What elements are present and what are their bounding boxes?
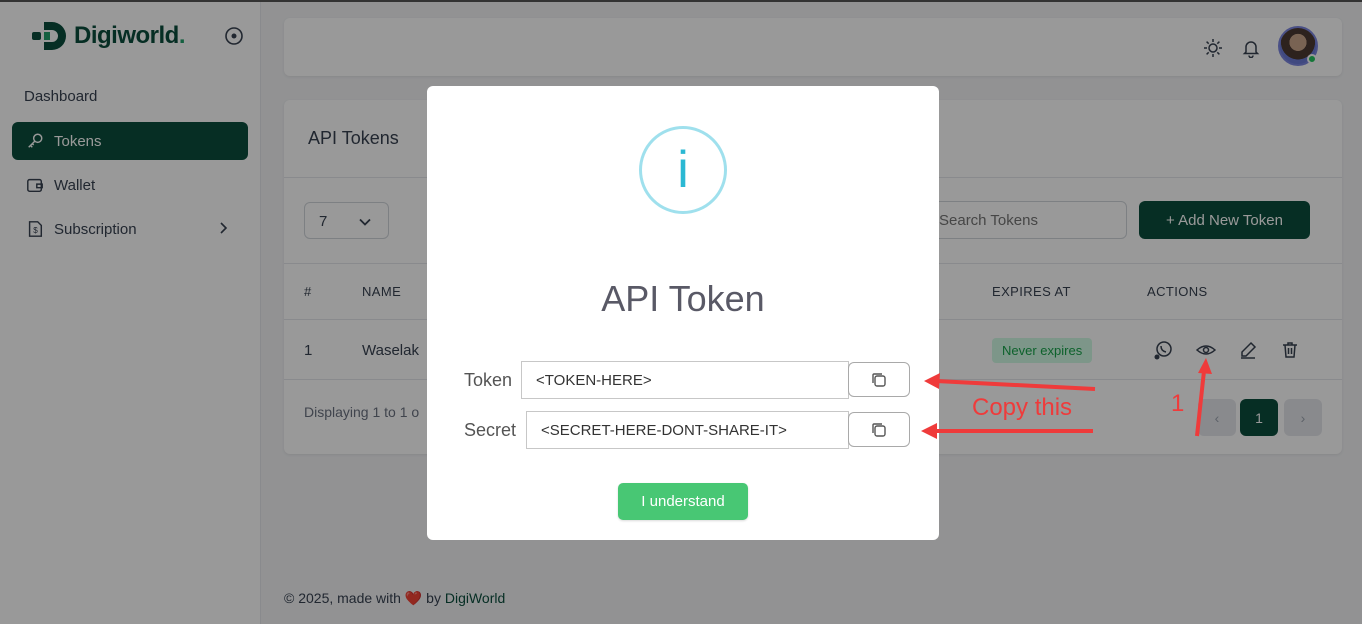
arrow-to-view-icon (1195, 370, 1206, 437)
annotation-arrows (921, 358, 1212, 439)
annotation-step-1: 1 (1171, 390, 1185, 417)
annotation-copy-this: Copy this (972, 394, 1073, 421)
arrow-to-token-copy (935, 379, 1096, 391)
